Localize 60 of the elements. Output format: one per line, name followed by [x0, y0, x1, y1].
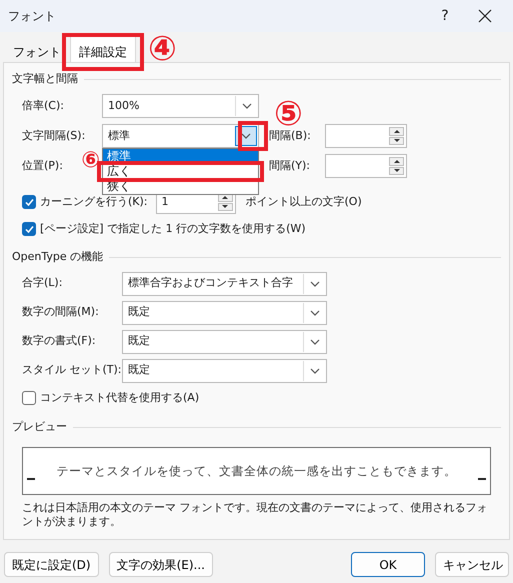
dialog-button[interactable]: 文字の効果(E)... [108, 552, 213, 577]
chevron-icon [308, 278, 320, 288]
chevron-icon [308, 308, 320, 318]
field-label: 数字の間隔(M): [22, 304, 100, 320]
field-label: ポイント以上の文字(O) [246, 194, 362, 210]
close-icon[interactable] [478, 9, 492, 23]
check-icon [24, 224, 34, 234]
check-icon [24, 197, 34, 207]
dropdown-field[interactable]: 100% [102, 94, 259, 118]
group-heading: OpenType の機能 [12, 248, 104, 265]
field-label: スタイル セット(T): [22, 362, 122, 378]
spin-up-button[interactable] [389, 127, 404, 136]
tab[interactable]: 詳細設定 [70, 35, 136, 62]
checkbox-label: [ページ設定] で指定した 1 行の文字数を使用する(W) [40, 220, 306, 237]
dropdown-option[interactable]: 広く [103, 164, 258, 179]
dropdown-field[interactable]: 既定 [122, 358, 327, 382]
field-label: 位置(P): [22, 158, 64, 174]
group-heading: 文字幅と間隔 [12, 70, 78, 87]
field-label: 数字の書式(F): [22, 333, 97, 350]
dialog-button[interactable]: OK [351, 552, 425, 577]
field-label: 合字(L): [22, 275, 64, 292]
help-button[interactable]: ? [425, 6, 465, 26]
up-arrow-icon [392, 158, 400, 164]
down-arrow-icon [221, 204, 230, 210]
spin-down-button[interactable] [389, 166, 404, 175]
down-arrow-icon [392, 168, 400, 174]
dropdown-field[interactable]: 既定 [122, 300, 327, 324]
up-arrow-icon [221, 194, 230, 200]
field-label: 倍率(C): [22, 98, 65, 114]
chevron-icon [240, 101, 252, 111]
up-arrow-icon [392, 128, 400, 134]
spin-down-button[interactable] [218, 202, 233, 211]
checkbox-label: カーニングを行う(K): [40, 194, 148, 210]
chevron-icon [308, 366, 320, 376]
spin-down-button[interactable] [389, 136, 404, 145]
chevron-icon [308, 336, 320, 346]
window-title: フォント [8, 8, 57, 25]
spin-field[interactable] [325, 154, 407, 178]
spin-up-button[interactable] [389, 157, 404, 166]
annotation-number: ⑥ [81, 150, 100, 172]
dialog-button[interactable]: キャンセル [435, 552, 509, 577]
checkbox-label: コンテキスト代替を使用する(A) [40, 390, 200, 406]
dialog-button[interactable]: 既定に設定(D) [4, 552, 99, 577]
preview-description: これは日本語用の本文のテーマ フォントです。現在の文書のテーマによって、使用されるフォントが決まります。 [22, 501, 488, 530]
field-label: 文字間隔(S): [22, 128, 86, 144]
group-heading: プレビュー [12, 418, 67, 435]
preview-text: テーマとスタイルを使って、文書全体の統一感を出すこともできます。 [56, 463, 458, 480]
annotation-number: ④ [148, 32, 177, 66]
dropdown-field[interactable]: 標準合字およびコンテキスト合字 [122, 272, 327, 296]
dropdown-field[interactable]: 既定 [122, 330, 327, 354]
checkbox[interactable] [22, 222, 36, 236]
chevron-icon [240, 131, 252, 141]
checkbox[interactable] [22, 195, 36, 209]
field-label: 間隔(Y): [269, 158, 312, 174]
down-arrow-icon [392, 138, 400, 144]
spin-field[interactable] [325, 124, 407, 148]
checkbox[interactable] [22, 391, 36, 405]
highlight-frame [238, 121, 268, 151]
dropdown-field[interactable]: 標準 [102, 124, 259, 148]
tab[interactable]: フォント [4, 38, 70, 62]
